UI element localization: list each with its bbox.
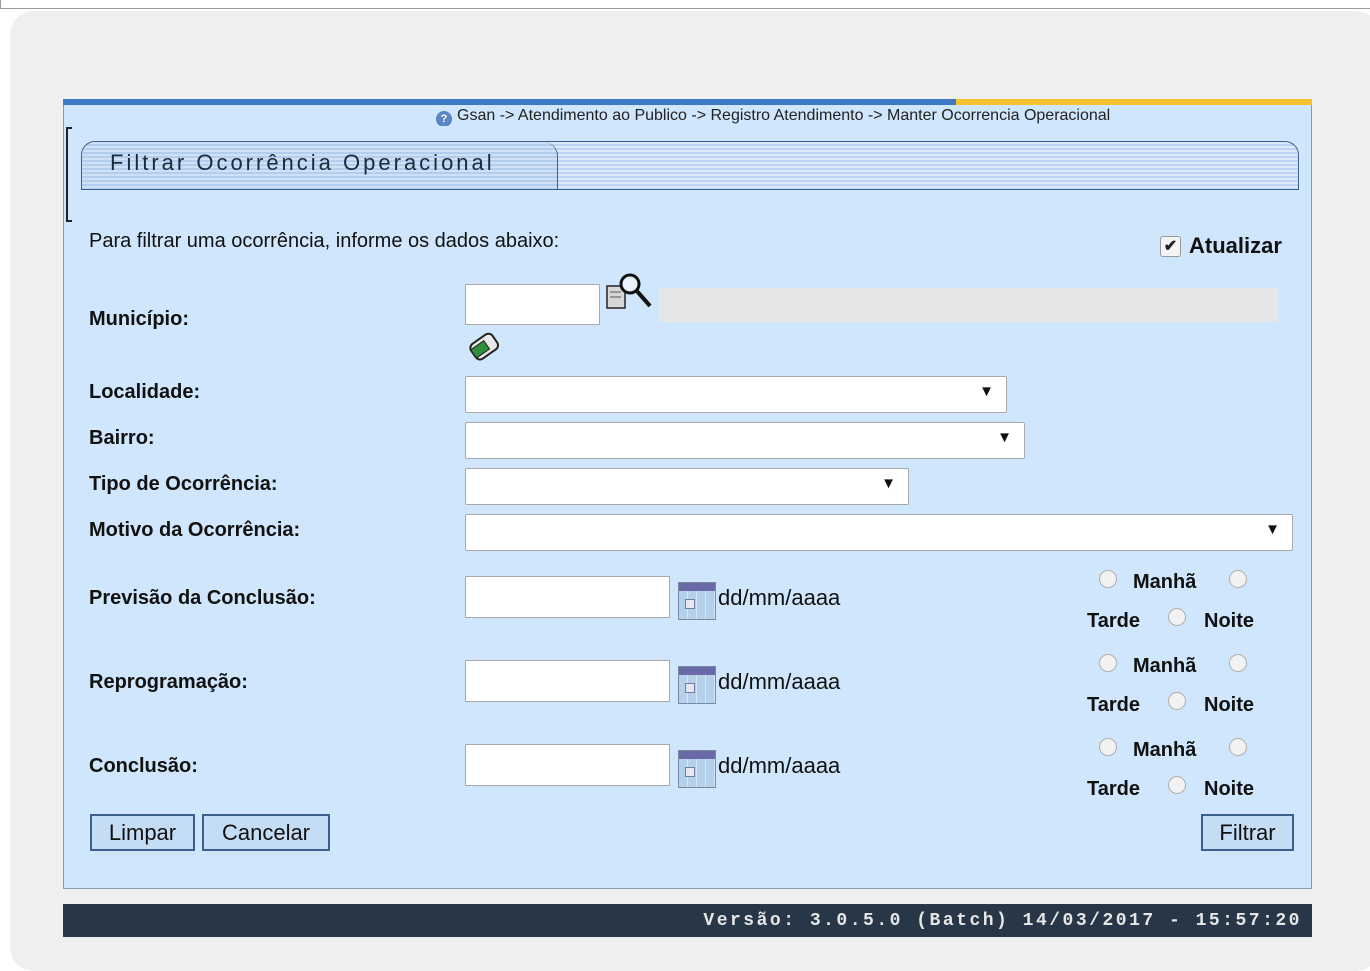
conclusao-noite-radio[interactable] [1168,776,1186,794]
date-format-hint: dd/mm/aaaa [718,585,841,610]
left-bracket-mark [66,127,72,222]
title-box: Filtrar Ocorrência Operacional [81,141,1299,190]
cancelar-button[interactable]: Cancelar [202,814,330,851]
intro-text: Para filtrar uma ocorrência, informe os … [89,230,560,252]
filtrar-button[interactable]: Filtrar [1201,814,1294,851]
conclusao-input[interactable] [465,744,670,786]
reprogramacao-label: Reprogramação: [89,671,248,693]
previsao-conclusao-label: Previsão da Conclusão: [89,587,316,609]
dropdown-arrow-icon: ▼ [881,475,896,492]
bairro-label: Bairro: [89,427,155,449]
limpar-button[interactable]: Limpar [90,814,195,851]
noite-label: Noite [1204,610,1254,632]
motivo-ocorrencia-select[interactable]: ▼ [465,514,1293,551]
calendar-icon[interactable] [678,582,716,620]
atualizar-label: Atualizar [1189,233,1282,258]
version-footer: Versão: 3.0.5.0 (Batch) 14/03/2017 - 15:… [63,904,1312,937]
page-title: Filtrar Ocorrência Operacional [110,150,495,175]
atualizar-checkbox-group[interactable]: ✔ Atualizar [1160,233,1282,259]
previsao-noite-radio[interactable] [1168,608,1186,626]
manha-label: Manhã [1133,655,1197,677]
previsao-manha-radio[interactable] [1099,570,1117,588]
noite-label: Noite [1204,694,1254,716]
dropdown-arrow-icon: ▼ [1265,521,1280,538]
localidade-label: Localidade: [89,381,201,403]
date-format-hint: dd/mm/aaaa [718,669,841,694]
tarde-label: Tarde [1087,778,1140,800]
header-bar-yellow [956,99,1312,105]
dropdown-arrow-icon: ▼ [997,429,1012,446]
noite-label: Noite [1204,778,1254,800]
calendar-icon[interactable] [678,750,716,788]
conclusao-tarde-radio[interactable] [1229,738,1247,756]
reprogramacao-noite-radio[interactable] [1168,692,1186,710]
manha-label: Manhã [1133,739,1197,761]
conclusao-label: Conclusão: [89,755,198,777]
municipio-input[interactable] [465,284,600,325]
municipio-label: Município: [89,308,189,330]
atualizar-checkbox[interactable]: ✔ [1160,236,1181,257]
search-icon[interactable] [604,272,656,314]
date-format-hint: dd/mm/aaaa [718,753,841,778]
top-border [0,0,1370,9]
localidade-select[interactable]: ▼ [465,376,1007,413]
bairro-select[interactable]: ▼ [465,422,1025,459]
dropdown-arrow-icon: ▼ [979,383,994,400]
conclusao-manha-radio[interactable] [1099,738,1117,756]
version-text: Versão: 3.0.5.0 (Batch) 14/03/2017 - 15:… [703,911,1302,931]
motivo-ocorrencia-label: Motivo da Ocorrência: [89,519,301,541]
previsao-tarde-radio[interactable] [1229,570,1247,588]
manha-label: Manhã [1133,571,1197,593]
reprogramacao-tarde-radio[interactable] [1229,654,1247,672]
reprogramacao-input[interactable] [465,660,670,702]
help-icon[interactable]: ? [436,111,452,126]
eraser-icon[interactable] [466,327,504,365]
tarde-label: Tarde [1087,610,1140,632]
breadcrumb: ? Gsan -> Atendimento ao Publico -> Regis… [436,106,1312,126]
previsao-conclusao-input[interactable] [465,576,670,618]
municipio-description [659,288,1278,322]
calendar-icon[interactable] [678,666,716,704]
tarde-label: Tarde [1087,694,1140,716]
breadcrumb-text: Gsan -> Atendimento ao Publico -> Regist… [457,107,1111,124]
reprogramacao-manha-radio[interactable] [1099,654,1117,672]
tipo-ocorrencia-label: Tipo de Ocorrência: [89,473,278,495]
tipo-ocorrencia-select[interactable]: ▼ [465,468,909,505]
header-bar-blue [63,99,956,105]
